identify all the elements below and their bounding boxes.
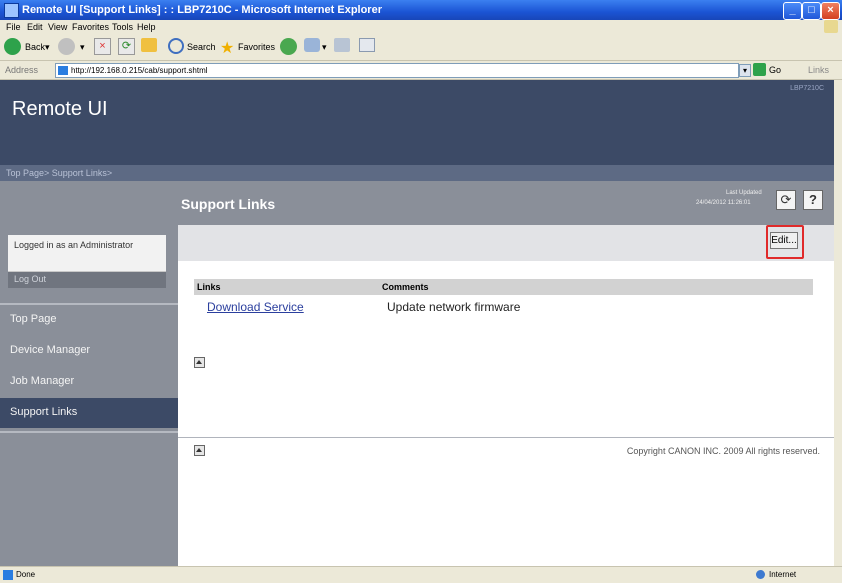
web-page: Remote UI LBP7210C Top Page> Support Lin… [0,80,834,566]
breadcrumb-text[interactable]: Top Page> Support Links> [6,168,112,178]
ie-page-icon [4,3,19,18]
edit-button[interactable]: Edit... [770,232,798,249]
nav-support-links[interactable]: Support Links [0,398,178,428]
column-header-comments: Comments [382,282,429,292]
login-status: Logged in as an Administrator [14,240,134,250]
back-label[interactable]: Back [25,42,45,60]
login-status-box: Logged in as an Administrator [8,235,166,271]
menu-edit[interactable]: Edit [27,22,43,32]
nav-top-page-label: Top Page [10,313,57,325]
last-updated-value: 24/04/2012 11:26:01 [696,200,751,206]
edit-toolbar [178,225,834,261]
status-text: Done [16,570,36,579]
forward-arrow-icon[interactable] [58,38,75,55]
footer-back-to-top-icon[interactable] [194,445,205,456]
favorites-label[interactable]: Favorites [238,42,275,60]
back-arrow-icon[interactable] [4,38,21,55]
back-to-top-icon[interactable] [194,357,205,368]
left-navigation: Logged in as an Administrator Log Out To… [0,181,178,566]
nav-device-manager[interactable]: Device Manager [0,336,178,366]
nav-bottom-divider [0,431,178,433]
go-arrow-icon[interactable] [753,63,766,76]
printer-model: LBP7210C [790,85,824,92]
history-icon[interactable] [280,38,297,55]
menu-file[interactable]: File [6,22,21,32]
nav-top-page[interactable]: Top Page [0,305,178,335]
close-button[interactable]: × [821,2,840,20]
stop-icon[interactable]: × [94,38,111,55]
nav-device-manager-label: Device Manager [10,344,91,356]
nav-job-manager-label: Job Manager [10,375,75,387]
print-icon[interactable] [334,38,350,52]
browser-toolbar: Back ▾ ▾ × ⟳ Search ★ Favorites ▾ [0,34,842,61]
table-row: Download Service Update network firmware [194,297,813,315]
nav-support-links-label: Support Links [10,406,78,418]
table-header: Links Comments [194,279,813,295]
address-label: Address [5,65,39,75]
address-bar: Address http://192.168.0.215/cab/support… [0,61,842,80]
menu-tools[interactable]: Tools [112,22,133,32]
search-label[interactable]: Search [187,42,216,60]
column-header-links: Links [197,282,221,292]
maximize-button[interactable]: □ [802,2,821,20]
menu-view[interactable]: View [48,22,67,32]
minimize-button[interactable]: _ [783,2,802,20]
refresh-button[interactable]: ⟳ [776,190,796,210]
page-favicon-icon [58,66,68,75]
ie-status-icon [3,570,13,580]
last-updated-label: Last Updated [726,190,762,196]
internet-globe-icon [756,570,765,579]
links-button[interactable]: Links [808,65,829,75]
download-service-link[interactable]: Download Service [207,300,304,314]
back-dropdown-icon[interactable]: ▾ [45,42,50,60]
remote-ui-title: Remote UI [12,98,108,120]
home-icon[interactable] [141,38,157,52]
refresh-icon[interactable]: ⟳ [118,38,135,55]
vertical-scrollbar[interactable] [834,80,842,566]
remote-ui-header: Remote UI LBP7210C [0,80,834,165]
address-input[interactable]: http://192.168.0.215/cab/support.shtml [55,63,739,78]
mail-dropdown-icon[interactable]: ▾ [322,42,327,60]
address-dropdown-icon[interactable]: ▾ [739,64,751,77]
main-content: Support Links Last Updated 24/04/2012 11… [178,181,834,566]
breadcrumb: Top Page> Support Links> [0,165,834,181]
help-button[interactable]: ? [803,190,823,210]
logout-row: Log Out [8,271,166,288]
copyright-text: Copyright CANON INC. 2009 All rights res… [626,446,820,456]
page-header: Support Links Last Updated 24/04/2012 11… [178,181,834,225]
edit-page-icon[interactable] [359,38,375,52]
row-comment: Update network firmware [387,300,521,314]
menu-help[interactable]: Help [137,22,156,32]
security-zone: Internet [769,570,797,579]
favorites-star-icon[interactable]: ★ [220,38,234,57]
page-title: Support Links [181,196,276,212]
go-button[interactable]: Go [769,65,781,75]
menu-favorites[interactable]: Favorites [72,22,109,32]
windows-logo-icon [824,20,838,33]
address-url: http://192.168.0.215/cab/support.shtml [71,66,208,75]
footer-divider [178,437,834,438]
forward-dropdown-icon[interactable]: ▾ [80,42,85,60]
status-bar: Done Internet [0,566,842,583]
mail-icon[interactable] [304,38,320,52]
window-title-bar: Remote UI [Support Links] : : LBP7210C -… [0,0,842,20]
window-title: Remote UI [Support Links] : : LBP7210C -… [22,4,382,16]
logout-link[interactable]: Log Out [14,274,46,284]
nav-job-manager[interactable]: Job Manager [0,367,178,397]
search-icon[interactable] [168,38,184,54]
menu-bar: File Edit View Favorites Tools Help [0,20,842,34]
